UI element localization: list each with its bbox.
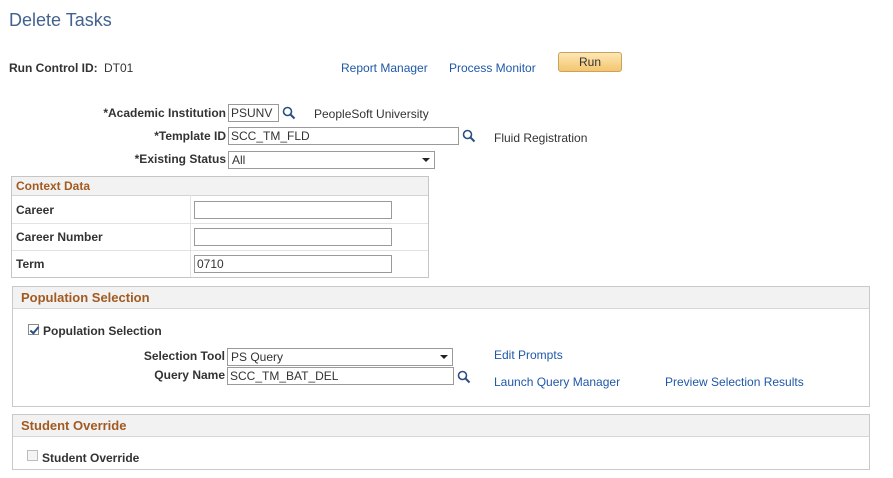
status-select-value: All [232,153,246,167]
magnifier-icon[interactable] [457,370,471,384]
launch-query-manager-link[interactable]: Launch Query Manager [494,375,620,389]
process-monitor-link[interactable]: Process Monitor [449,61,536,75]
institution-description: PeopleSoft University [314,107,429,121]
status-label: *Existing Status [134,152,226,166]
career-number-input[interactable] [194,228,392,246]
preview-selection-results-link[interactable]: Preview Selection Results [665,375,804,389]
context-data-title: Context Data [16,179,91,193]
selection-tool-value: PS Query [231,350,284,364]
template-label: *Template ID [154,129,226,143]
template-description: Fluid Registration [494,131,588,145]
student-override-section: Student Override Student Override [12,414,870,470]
query-name-input[interactable]: SCC_TM_BAT_DEL [227,367,454,385]
student-override-checkbox-label: Student Override [42,451,140,465]
student-override-checkbox[interactable] [27,450,38,461]
edit-prompts-link[interactable]: Edit Prompts [494,348,563,362]
run-control-value: DT01 [104,61,134,75]
context-data-header: Context Data [12,177,428,196]
magnifier-icon[interactable] [282,106,296,120]
selection-tool-select[interactable]: PS Query [227,348,453,366]
population-selection-header: Population Selection [13,287,869,309]
page-title: Delete Tasks [9,10,112,30]
career-label: Career [16,203,55,217]
institution-label: *Academic Institution [103,106,226,120]
term-label: Term [16,257,45,271]
table-row: Career [12,196,428,224]
student-override-header: Student Override [13,415,869,437]
selection-tool-label: Selection Tool [143,349,225,363]
chevron-down-icon [440,355,448,359]
student-override-title: Student Override [21,418,127,433]
career-number-label: Career Number [16,230,103,244]
status-select[interactable]: All [228,151,435,169]
run-button[interactable]: Run [558,52,622,72]
table-row: Term 0710 [12,250,428,277]
population-selection-section: Population Selection Population Selectio… [12,286,870,407]
magnifier-icon[interactable] [462,129,476,143]
population-selection-checkbox[interactable] [28,324,39,335]
template-input[interactable]: SCC_TM_FLD [228,127,459,145]
population-selection-title: Population Selection [21,290,150,305]
population-selection-checkbox-label: Population Selection [43,324,162,338]
term-input[interactable]: 0710 [194,255,392,273]
chevron-down-icon [422,158,430,162]
context-data-group: Context Data Career Career Number Term 0… [11,176,429,278]
table-row: Career Number [12,223,428,251]
query-name-label: Query Name [154,368,225,382]
career-input[interactable] [194,201,392,219]
institution-input[interactable]: PSUNV [228,104,279,122]
run-control-label: Run Control ID: [9,61,98,75]
report-manager-link[interactable]: Report Manager [341,61,428,75]
